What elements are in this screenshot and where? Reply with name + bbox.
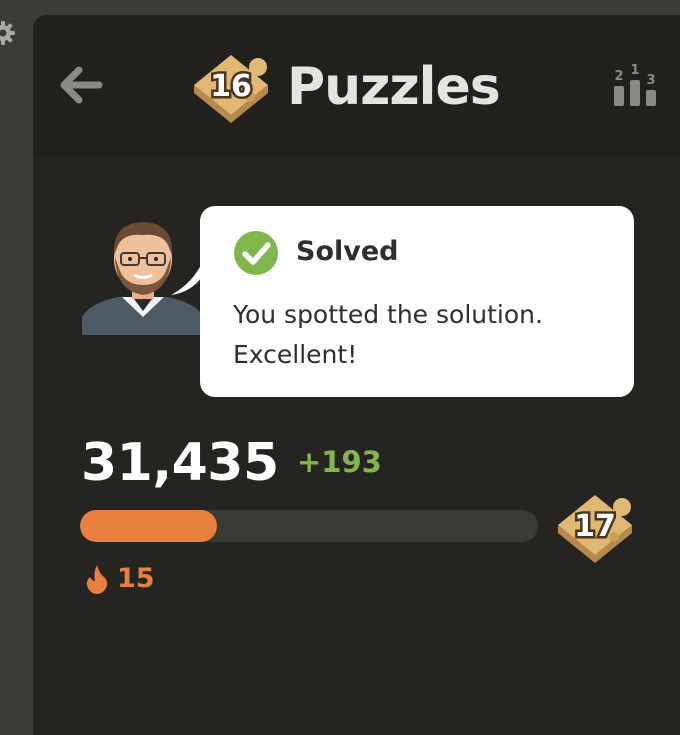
next-level-number: 17 bbox=[574, 509, 616, 544]
feedback-message: You spotted the solution. Excellent! bbox=[233, 295, 613, 375]
page-title: Puzzles bbox=[287, 57, 500, 117]
puzzle-panel: 16 Puzzles 2 1 3 Solv bbox=[33, 15, 680, 735]
podium-third: 3 bbox=[646, 73, 655, 88]
check-circle-icon bbox=[233, 230, 279, 276]
rating-delta: +193 bbox=[297, 445, 382, 479]
podium-second: 2 bbox=[614, 69, 623, 84]
level-number: 16 bbox=[210, 69, 252, 104]
puzzle-rating: 31,435 bbox=[81, 433, 279, 493]
podium-first: 1 bbox=[630, 63, 639, 78]
feedback-bubble: Solved You spotted the solution. Excelle… bbox=[200, 206, 634, 397]
feedback-status: Solved bbox=[296, 236, 399, 267]
streak-count: 15 bbox=[117, 563, 155, 594]
header: 16 Puzzles 2 1 3 bbox=[33, 15, 680, 157]
fire-icon bbox=[85, 564, 109, 594]
streak-counter: 15 bbox=[85, 563, 155, 594]
podium-icon[interactable]: 2 1 3 bbox=[611, 62, 659, 108]
puzzle-level-badge: 16 bbox=[188, 45, 274, 125]
next-level-badge: 17 bbox=[552, 485, 638, 565]
gear-icon[interactable] bbox=[0, 20, 16, 46]
arrow-left-icon[interactable] bbox=[57, 65, 103, 105]
level-progress-bar bbox=[80, 510, 538, 542]
level-progress-fill bbox=[80, 510, 217, 542]
